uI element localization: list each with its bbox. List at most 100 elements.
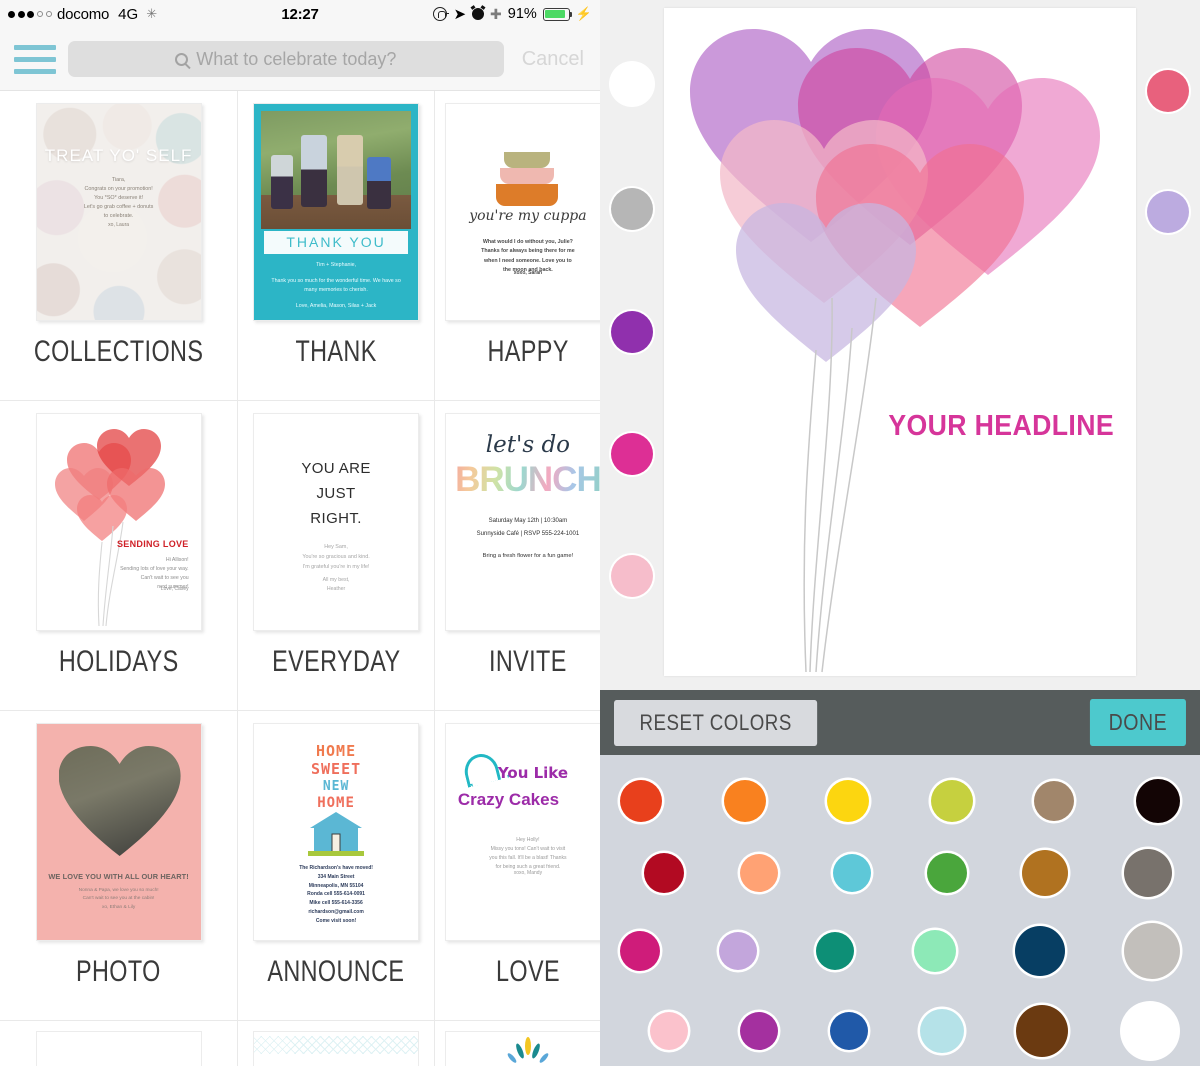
category-card-love[interactable]: You Like Crazy Cakes Hey Holly! Missy yo… — [434, 711, 600, 1021]
network-label: 4G — [118, 5, 139, 23]
hamburger-menu-icon[interactable] — [14, 44, 56, 74]
palette-swatch-crimson[interactable] — [644, 853, 684, 893]
side-swatch-white[interactable] — [611, 63, 653, 105]
card-detail-1: Saturday May 12th | 10:30am — [488, 518, 568, 524]
charging-bolt-icon: ⚡ — [575, 6, 592, 21]
right-color-strip — [1136, 0, 1200, 690]
side-swatch-grey[interactable] — [611, 188, 653, 230]
category-grid: TREAT YO' SELF Tiara, Congrats on your p… — [0, 91, 600, 1066]
category-card-thank[interactable]: THANK YOU Tim + Stephanie, Thank you so … — [238, 91, 435, 401]
category-label: PHOTO — [76, 955, 161, 988]
search-input[interactable]: What to celebrate today? — [68, 41, 504, 77]
card-body: Tiara, Congrats on your promotion! You *… — [83, 177, 154, 219]
category-label: COLLECTIONS — [33, 335, 204, 368]
cancel-button[interactable]: Cancel — [516, 48, 590, 71]
card-line-2: JUST — [316, 485, 356, 502]
house-icon — [308, 812, 365, 856]
palette-row — [620, 779, 1180, 823]
palette-swatch-violet[interactable] — [740, 1012, 778, 1050]
status-right: ➤ ✚ 91% ⚡ — [433, 5, 592, 23]
category-label: LOVE — [495, 955, 560, 988]
side-swatch-magenta[interactable] — [611, 433, 653, 475]
card-body: Thank you so much for the wonderful time… — [271, 278, 401, 293]
category-card-next-2[interactable] — [238, 1021, 435, 1066]
palette-swatch-light-grey[interactable] — [1123, 923, 1180, 979]
palette-swatch-orange[interactable] — [723, 780, 766, 822]
card-editor-pane: YOUR HEADLINE RESET COLORS DONE — [600, 0, 1200, 1066]
rotation-lock-icon — [433, 7, 450, 21]
palette-swatch-white[interactable] — [1120, 1001, 1180, 1061]
card-body: The Richardson's have moved! 334 Main St… — [299, 865, 373, 924]
palette-swatch-warm-grey[interactable] — [1123, 849, 1172, 897]
palette-swatch-light-lavender[interactable] — [719, 932, 758, 970]
status-bar: docomo 4G ✳ 12:27 ➤ ✚ 91% ⚡ — [0, 0, 600, 28]
palette-swatch-blush[interactable] — [650, 1012, 688, 1050]
palette-swatch-teal[interactable] — [816, 932, 855, 970]
category-card-next-1[interactable] — [0, 1021, 239, 1066]
card-thumbnail: WE LOVE YOU WITH ALL OUR HEART! Nonna & … — [35, 723, 202, 941]
card-line-4: HOME — [317, 795, 355, 811]
location-arrow-icon: ➤ — [453, 6, 467, 23]
card-headline: WE LOVE YOU WITH ALL OUR HEART! — [48, 872, 189, 881]
palette-swatch-taupe[interactable] — [1034, 781, 1075, 821]
card-line-1: You Like — [497, 764, 569, 782]
side-swatch-purple[interactable] — [611, 311, 653, 353]
card-signature: xoxo, Mandy — [513, 870, 543, 876]
category-label: ANNOUNCE — [267, 955, 405, 988]
teacup-icon — [495, 184, 558, 206]
palette-swatch-lime[interactable] — [930, 780, 973, 822]
signal-dots-icon — [8, 10, 52, 18]
heart-outline-icon — [460, 750, 502, 788]
carrier-label: docomo — [57, 5, 110, 23]
palette-swatch-navy[interactable] — [1014, 926, 1065, 976]
palette-swatch-pale-blue[interactable] — [920, 1009, 964, 1053]
palette-swatch-black[interactable] — [1135, 779, 1180, 823]
category-card-invite[interactable]: let's do BRUNCH Saturday May 12th | 10:3… — [434, 401, 600, 711]
side-swatch-rose[interactable] — [1147, 70, 1189, 112]
side-swatch-light-pink[interactable] — [611, 555, 653, 597]
category-grid-scroll[interactable]: TREAT YO' SELF Tiara, Congrats on your p… — [0, 90, 600, 1066]
headline-text[interactable]: YOUR HEADLINE — [875, 410, 1114, 443]
palette-swatch-yellow[interactable] — [827, 780, 870, 822]
palette-swatch-pink-magenta[interactable] — [620, 931, 660, 971]
palette-swatch-turquoise[interactable] — [833, 854, 872, 892]
firework-burst-icon — [507, 1037, 549, 1063]
card-thumbnail: You Like Crazy Cakes Hey Holly! Missy yo… — [444, 723, 600, 941]
category-card-announce[interactable]: HOME SWEET NEW HOME The Richardson's hav… — [238, 711, 435, 1021]
reset-colors-button[interactable]: RESET COLORS — [614, 699, 818, 746]
app-root: docomo 4G ✳ 12:27 ➤ ✚ 91% ⚡ What to cele — [0, 0, 1200, 1066]
palette-swatch-peach[interactable] — [739, 854, 778, 892]
category-label: HAPPY — [487, 335, 569, 368]
palette-swatch-dark-brown[interactable] — [1016, 1005, 1068, 1057]
card-thumbnail: you're my cuppa What would I do without … — [444, 103, 600, 321]
category-card-collections[interactable]: TREAT YO' SELF Tiara, Congrats on your p… — [0, 91, 239, 401]
side-swatch-lavender[interactable] — [1147, 191, 1189, 233]
palette-swatch-green[interactable] — [926, 853, 967, 893]
category-card-holidays[interactable]: SENDING LOVE Hi Allison! Sending lots of… — [0, 401, 239, 711]
palette-swatch-mint[interactable] — [913, 930, 956, 972]
card-body: Hey Sam, You're so gracious and kind. I'… — [302, 544, 370, 570]
card-thumbnail — [253, 1031, 420, 1066]
card-headline: BRUNCH — [450, 460, 600, 500]
done-button[interactable]: DONE — [1090, 699, 1186, 746]
card-line-3: NEW — [322, 779, 350, 794]
card-thumbnail: HOME SWEET NEW HOME The Richardson's hav… — [253, 723, 420, 941]
category-card-next-3[interactable] — [434, 1021, 600, 1066]
palette-swatch-caramel[interactable] — [1022, 850, 1069, 896]
heart-photo-mask — [59, 746, 181, 856]
card-headline: SENDING LOVE — [116, 539, 189, 549]
browse-pane: docomo 4G ✳ 12:27 ➤ ✚ 91% ⚡ What to cele — [0, 0, 600, 1066]
category-label: HOLIDAYS — [58, 645, 179, 678]
category-card-everyday[interactable]: YOU ARE JUST RIGHT. Hey Sam, You're so g… — [238, 401, 435, 711]
card-preview[interactable]: YOUR HEADLINE — [664, 8, 1136, 676]
heart-balloons-illustration — [54, 429, 165, 627]
palette-swatch-blue[interactable] — [830, 1012, 868, 1050]
category-card-photo[interactable]: WE LOVE YOU WITH ALL OUR HEART! Nonna & … — [0, 711, 239, 1021]
card-line-1: HOME — [316, 742, 357, 760]
heart-balloons-artwork — [690, 29, 1100, 673]
category-card-happy[interactable]: you're my cuppa What would I do without … — [434, 91, 600, 401]
palette-swatch-orange-red[interactable] — [620, 780, 662, 822]
card-signature: Love, Casey — [160, 586, 189, 592]
category-label: EVERYDAY — [271, 645, 401, 678]
card-signature: xo, Laura — [108, 222, 130, 228]
